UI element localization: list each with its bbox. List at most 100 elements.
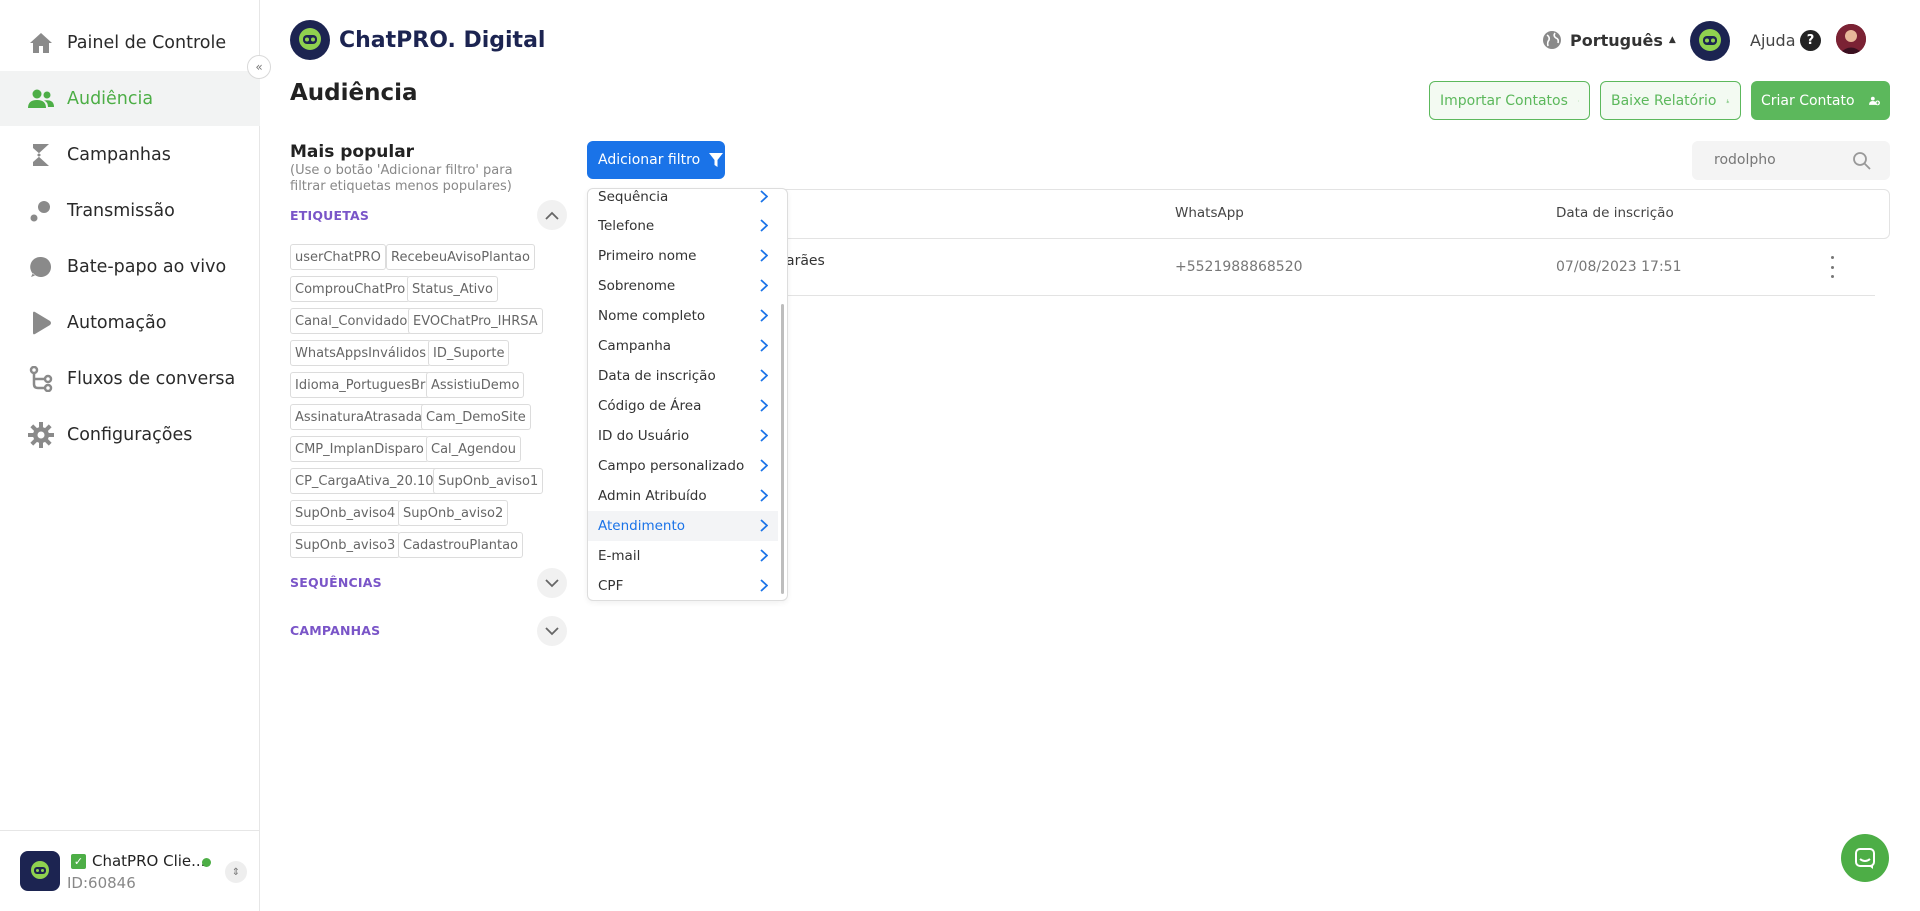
tag-chip[interactable]: SupOnb_aviso4	[290, 500, 401, 526]
sidebar-item-broadcast[interactable]: Transmissão	[0, 183, 260, 238]
dropdown-scrollbar[interactable]	[781, 304, 784, 594]
sidebar-item-automation[interactable]: Automação	[0, 295, 260, 350]
tag-chip[interactable]: Idioma_PortuguesBr	[290, 372, 431, 398]
add-filter-button[interactable]: Adicionar filtro	[587, 141, 725, 179]
tag-chip[interactable]: SupOnb_aviso2	[398, 500, 509, 526]
import-contacts-button[interactable]: Importar Contatos	[1429, 81, 1590, 120]
sidebar-item-audience[interactable]: Audiência	[0, 71, 260, 126]
filter-option[interactable]: CPF	[588, 571, 778, 600]
import-contacts-label: Importar Contatos	[1440, 92, 1568, 109]
tag-chip[interactable]: CMP_ImplanDisparo	[290, 436, 429, 462]
column-header-date[interactable]: Data de inscrição	[1556, 205, 1674, 221]
sidebar-item-dashboard[interactable]: Painel de Controle	[0, 15, 260, 70]
tag-chip[interactable]: Cal_Agendou	[426, 436, 521, 462]
download-report-label: Baixe Relatório	[1611, 92, 1717, 109]
play-icon	[27, 309, 54, 336]
filter-option[interactable]: Sobrenome	[588, 271, 778, 301]
bot-avatar[interactable]	[1690, 21, 1730, 61]
sidebar-item-label: Audiência	[67, 88, 154, 109]
row-actions-icon[interactable]	[1828, 256, 1836, 278]
filter-option-label: Sobrenome	[598, 278, 676, 294]
filter-option[interactable]: Data de inscrição	[588, 361, 778, 391]
tag-chip[interactable]: ID_Suporte	[428, 340, 510, 366]
switch-account-icon[interactable]: ⇕	[225, 861, 247, 883]
filter-option-label: E-mail	[598, 548, 641, 564]
sidebar-item-live-chat[interactable]: Bate-papo ao vivo	[0, 239, 260, 294]
tag-chip[interactable]: Status_Ativo	[407, 276, 498, 302]
chevron-right-icon	[760, 279, 768, 292]
filter-option[interactable]: Sequência	[588, 189, 778, 212]
tag-chip[interactable]: userChatPRO	[290, 244, 386, 270]
chevron-right-icon	[760, 519, 768, 532]
sidebar-item-flows[interactable]: Fluxos de conversa	[0, 351, 260, 406]
support-chat-button[interactable]	[1841, 834, 1889, 882]
filter-option-label: Sequência	[598, 189, 669, 205]
tag-chip[interactable]: AssistiuDemo	[426, 372, 525, 398]
flow-icon	[27, 365, 54, 392]
sidebar-item-label: Bate-papo ao vivo	[67, 256, 227, 277]
tag-chip[interactable]: Canal_Convidado	[290, 308, 413, 334]
filter-option[interactable]: Admin Atribuído	[588, 481, 778, 511]
search-icon[interactable]	[1852, 151, 1872, 171]
user-avatar[interactable]	[1836, 24, 1866, 54]
account-switcher[interactable]: ✓ ChatPRO Clie... ID:60846 ⇕	[0, 830, 260, 911]
filter-dropdown-menu: Sequência Telefone Primeiro nome Sobreno…	[587, 188, 788, 601]
filter-option-label: Atendimento	[598, 518, 686, 534]
search-input[interactable]	[1714, 152, 1854, 168]
filter-option-label: Admin Atribuído	[598, 488, 707, 504]
add-user-icon	[1868, 96, 1880, 105]
filter-option[interactable]: Telefone	[588, 211, 778, 241]
filter-option-label: Data de inscrição	[598, 368, 716, 384]
filter-option[interactable]: Campanha	[588, 331, 778, 361]
gear-icon	[27, 421, 54, 448]
tag-chip[interactable]: RecebeuAvisoPlantao	[386, 244, 535, 270]
search-box[interactable]	[1692, 141, 1890, 180]
filter-option[interactable]: ID do Usuário	[588, 421, 778, 451]
brand-logo-icon	[290, 20, 330, 60]
sidebar-item-settings[interactable]: Configurações	[0, 407, 260, 462]
sidebar-item-label: Painel de Controle	[67, 32, 227, 53]
tag-chip[interactable]: WhatsAppsInválidos	[290, 340, 432, 366]
filter-option[interactable]: Nome completo	[588, 301, 778, 331]
sequences-expand-toggle[interactable]	[537, 568, 567, 598]
chat-icon	[1855, 848, 1875, 869]
tag-chip[interactable]: ComprouChatPro	[290, 276, 411, 302]
collapse-sidebar-button[interactable]: «	[247, 55, 271, 79]
account-name: ChatPRO Clie...	[92, 852, 206, 870]
language-selector[interactable]: Português ▲	[1542, 30, 1676, 50]
tag-chip[interactable]: CadastrouPlantao	[398, 532, 524, 558]
contact-name-cell[interactable]: arães	[786, 253, 825, 269]
sidebar-item-campaigns[interactable]: Campanhas	[0, 127, 260, 182]
tags-collapse-toggle[interactable]	[537, 200, 567, 230]
download-icon	[1726, 98, 1730, 103]
audience-icon	[27, 85, 54, 112]
globe-icon	[1543, 31, 1561, 49]
campaigns-expand-toggle[interactable]	[537, 616, 567, 646]
chevron-right-icon	[760, 459, 768, 472]
tag-chip[interactable]: SupOnb_aviso3	[290, 532, 401, 558]
popular-description: (Use o botão 'Adicionar filtro' para fil…	[290, 163, 513, 194]
create-contact-label: Criar Contato	[1761, 92, 1855, 109]
tag-chip[interactable]: Cam_DemoSite	[421, 404, 531, 430]
help-link[interactable]: Ajuda	[1750, 31, 1796, 50]
filter-option[interactable]: Campo personalizado	[588, 451, 778, 481]
tag-chip[interactable]: SupOnb_aviso1	[433, 468, 544, 494]
filter-option[interactable]: E-mail	[588, 541, 778, 571]
tag-chip[interactable]: AssinaturaAtrasada	[290, 404, 427, 430]
tag-chip[interactable]: CP_CargaAtiva_20.10	[290, 468, 439, 494]
chevron-right-icon	[760, 549, 768, 562]
broadcast-icon	[27, 197, 54, 224]
download-report-button[interactable]: Baixe Relatório	[1600, 81, 1741, 120]
filter-option-label: Código de Área	[598, 398, 702, 414]
create-contact-button[interactable]: Criar Contato	[1751, 81, 1890, 120]
tag-chip[interactable]: EVOChatPro_IHRSA	[408, 308, 543, 334]
filter-option[interactable]: Primeiro nome	[588, 241, 778, 271]
question-icon[interactable]: ?	[1800, 30, 1821, 51]
filter-option-highlighted[interactable]: Atendimento	[588, 511, 778, 541]
brand: ChatPRO. Digital	[290, 20, 545, 60]
account-id: ID:60846	[67, 874, 136, 892]
filter-option[interactable]: Código de Área	[588, 391, 778, 421]
funnel-icon	[709, 153, 724, 167]
column-header-whatsapp[interactable]: WhatsApp	[1175, 205, 1244, 221]
brand-name: ChatPRO. Digital	[339, 27, 546, 53]
